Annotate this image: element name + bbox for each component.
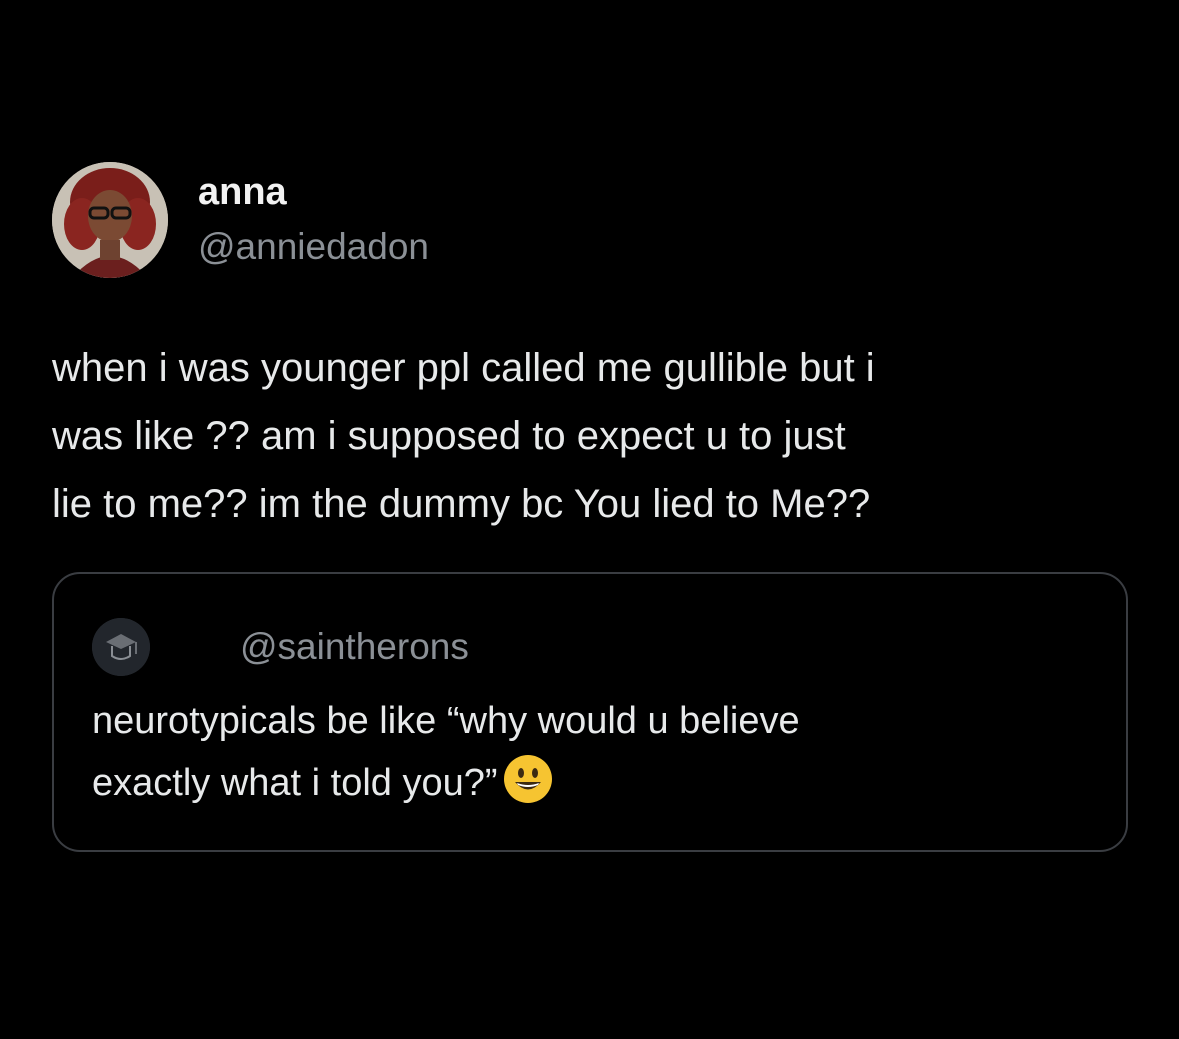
avatar[interactable] — [52, 162, 168, 278]
tweet-text-line: when i was younger ppl called me gullibl… — [52, 346, 875, 390]
tweet-text: when i was younger ppl called me gullibl… — [52, 334, 1142, 538]
grinning-face-icon — [503, 755, 552, 803]
tweet-text-line: was like ?? am i supposed to expect u to… — [52, 414, 846, 458]
profile-photo-icon — [52, 162, 168, 278]
tweet[interactable]: anna @anniedadon when i was younger ppl … — [52, 158, 1132, 852]
quoted-text-line: neurotypicals be like “why would u belie… — [92, 700, 800, 742]
user-handle[interactable]: @anniedadon — [198, 223, 429, 271]
tweet-text-line: lie to me?? im the dummy bc You lied to … — [52, 482, 871, 526]
quoted-tweet-header: @saintherons — [92, 618, 469, 676]
quoted-avatar[interactable] — [92, 618, 150, 676]
user-names: anna @anniedadon — [198, 169, 429, 271]
quoted-text-line: exactly what i told you?” — [92, 762, 498, 804]
quoted-text-line-with-emoji: exactly what i told you?” — [92, 752, 1092, 814]
quoted-tweet[interactable]: @saintherons neurotypicals be like “why … — [52, 572, 1128, 852]
quoted-handle[interactable]: @saintherons — [240, 626, 469, 668]
quoted-tweet-text: neurotypicals be like “why would u belie… — [92, 690, 1092, 814]
quoted-avatar-icon — [92, 618, 150, 676]
tweet-header: anna @anniedadon — [52, 158, 1132, 282]
display-name[interactable]: anna — [198, 169, 429, 215]
crescent-moon-icon — [178, 627, 214, 665]
